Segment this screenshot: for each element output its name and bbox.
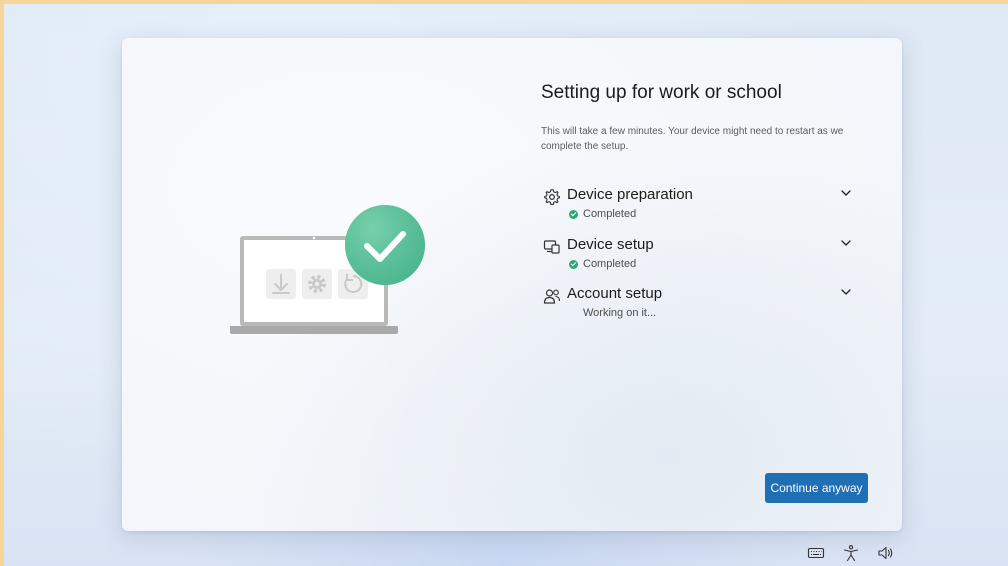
laptop-illustration [230, 205, 425, 334]
step-status-text: Working on it... [583, 307, 657, 319]
completed-check-icon [569, 259, 578, 269]
download-icon [266, 269, 296, 299]
people-icon [543, 289, 561, 304]
chevron-down-icon[interactable] [839, 236, 853, 250]
step-account-setup[interactable]: Account setup Working on it... [543, 285, 853, 325]
accessibility-icon[interactable] [842, 544, 860, 562]
step-status-text: Completed [583, 258, 637, 270]
step-status-text: Completed [583, 208, 637, 220]
devices-icon [543, 240, 560, 254]
step-label: Account setup [567, 285, 663, 302]
step-device-preparation[interactable]: Device preparation Completed [543, 186, 853, 226]
page-description: This will take a few minutes. Your devic… [541, 126, 844, 152]
step-label: Device setup [567, 236, 654, 253]
step-status: Working on it... [583, 307, 656, 319]
gear-icon [544, 189, 560, 205]
settings-icon [302, 269, 332, 299]
desktop-background: Setting up for work or school This will … [4, 4, 1008, 566]
step-status: Completed [569, 258, 636, 270]
chevron-down-icon[interactable] [839, 285, 853, 299]
setup-dialog: Setting up for work or school This will … [122, 38, 902, 531]
continue-anyway-button[interactable]: Continue anyway [765, 473, 868, 503]
page-title: Setting up for work or school [541, 82, 782, 103]
step-label: Device preparation [567, 186, 693, 203]
step-status: Completed [569, 208, 636, 220]
checkmark-icon [345, 205, 425, 285]
keyboard-icon[interactable] [807, 544, 825, 562]
step-device-setup[interactable]: Device setup Completed [543, 236, 853, 276]
volume-icon[interactable] [877, 544, 895, 562]
chevron-down-icon[interactable] [839, 186, 853, 200]
completed-check-icon [569, 209, 578, 219]
